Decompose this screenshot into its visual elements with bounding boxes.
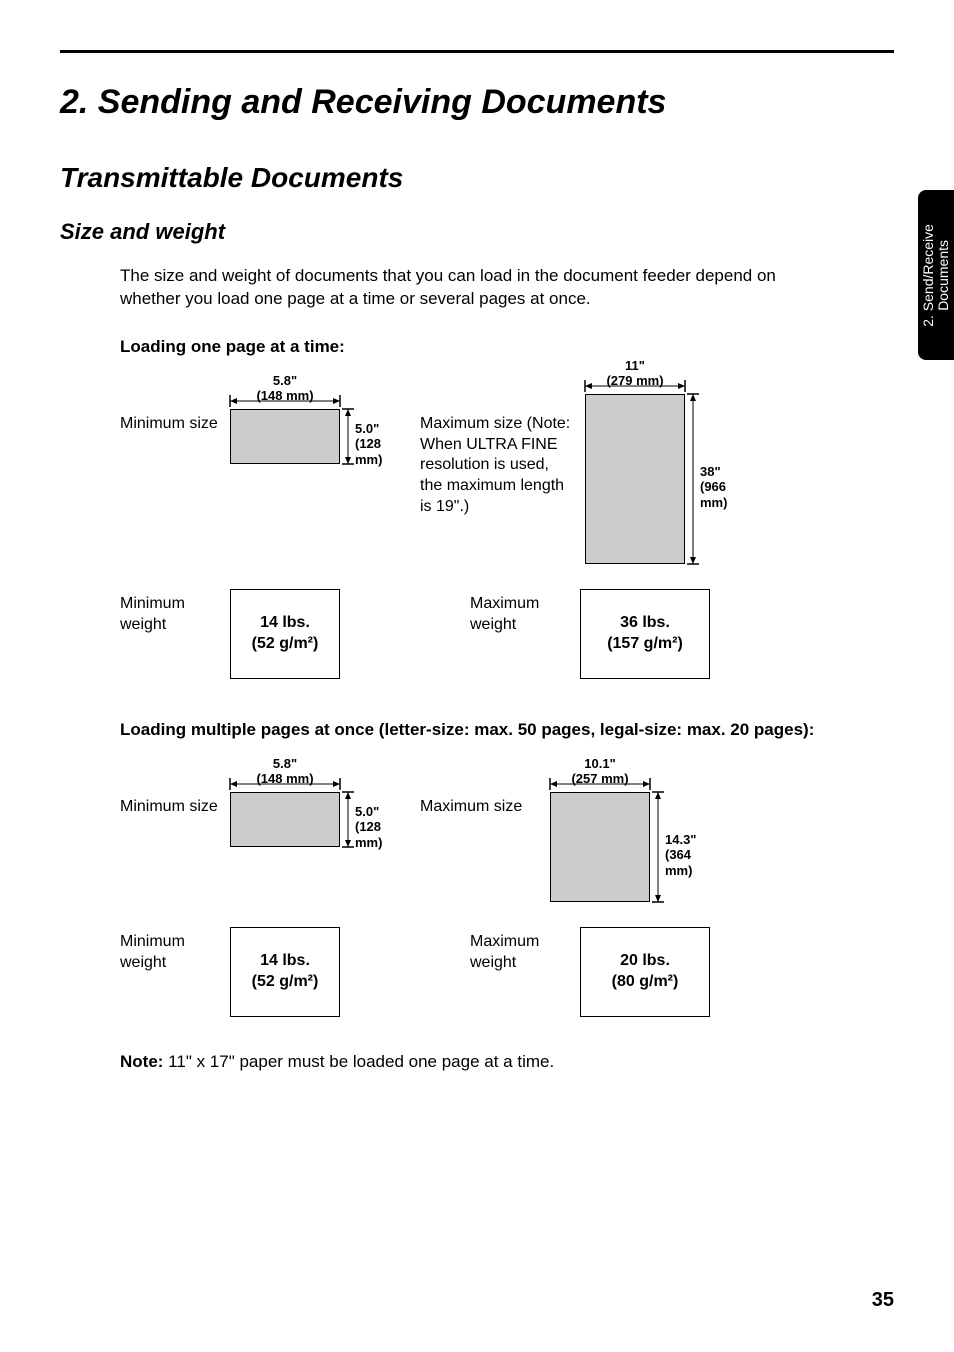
section-title: Transmittable Documents [60,162,894,194]
max-h-dim: 38"(966 mm) [700,464,727,511]
v-arrow-icon [652,789,664,905]
max-weight-box: 36 lbs. (157 g/m²) [580,589,710,679]
max-weight-box-multi: 20 lbs. (80 g/m²) [580,927,710,1017]
top-rule [60,50,894,53]
multi-max-w-dim: 10.1"(257 mm) [550,756,650,787]
multi-min-w-dim: 5.8"(148 mm) [230,756,340,787]
min-w-dim: 5.8"(148 mm) [230,373,340,404]
min-weight-label: Minimum weight [120,589,230,636]
min-size-diagram-multi: 5.8"(148 mm) 5.0"(128 mm) [230,792,340,847]
subsection-title: Size and weight [60,219,894,245]
v-arrow-icon [342,789,354,850]
multi-min-h-dim: 5.0"(128 mm) [355,804,382,851]
max-size-label-multi: Maximum size [420,792,530,818]
max-w-dim: 11"(279 mm) [585,358,685,389]
min-size-diagram: 5.8"(148 mm) 5.0"(128 mm) [230,409,340,464]
min-size-label-multi: Minimum size [120,792,230,818]
v-arrow-icon [342,406,354,467]
single-size-row: Minimum size 5.8"(148 mm) 5.0"(128 mm) M… [120,409,864,564]
max-weight-label-multi: Maximum weight [470,927,580,974]
max-size-label: Maximum size (Note: When ULTRA FINE reso… [420,409,575,518]
side-tab-text: 2. Send/ReceiveDocuments [921,224,952,327]
single-weight-row: Minimum weight 14 lbs. (52 g/m²) Maximum… [120,589,864,679]
max-weight-label: Maximum weight [470,589,580,636]
multi-max-h-dim: 14.3"(364 mm) [665,832,696,879]
min-size-label: Minimum size [120,409,230,435]
min-weight-box-multi: 14 lbs. (52 g/m²) [230,927,340,1017]
v-arrow-icon [687,391,699,567]
max-size-diagram-multi: 10.1"(257 mm) 14.3"(364 mm) [550,792,650,902]
multi-weight-row: Minimum weight 14 lbs. (52 g/m²) Maximum… [120,927,864,1017]
min-h-dim: 5.0"(128 mm) [355,421,382,468]
page-number: 35 [872,1289,894,1312]
side-tab: 2. Send/ReceiveDocuments [918,190,954,360]
intro-text: The size and weight of documents that yo… [120,265,834,311]
loading-multi-label: Loading multiple pages at once (letter-s… [120,719,834,742]
multi-size-row: Minimum size 5.8"(148 mm) 5.0"(128 mm) M… [120,792,864,902]
min-weight-box: 14 lbs. (52 g/m²) [230,589,340,679]
note-text: Note: 11" x 17" paper must be loaded one… [120,1052,834,1072]
chapter-title: 2. Sending and Receiving Documents [60,83,894,122]
max-size-diagram: 11"(279 mm) 38"(966 mm) [585,394,685,564]
loading-one-label: Loading one page at a time: [120,336,834,359]
min-weight-label-multi: Minimum weight [120,927,230,974]
